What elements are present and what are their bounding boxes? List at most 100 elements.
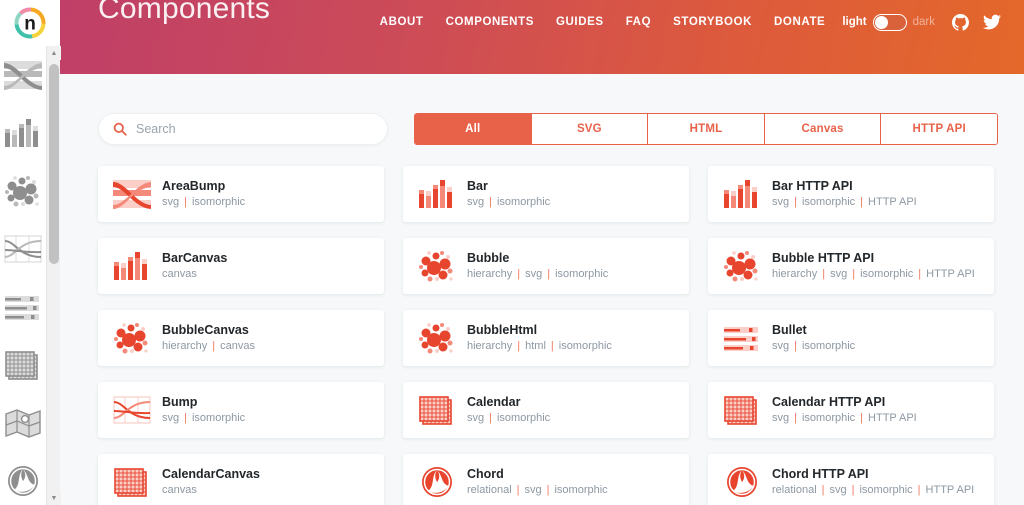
sidebar-scrollbar[interactable]: ▲ ▼ [46, 46, 61, 505]
sidebar-icon-calendar[interactable] [0, 336, 46, 394]
main-content: AllSVGHTMLCanvasHTTP API AreaBumpsvg|iso… [60, 74, 1024, 505]
twitter-icon[interactable] [976, 13, 1008, 31]
tag-separator: | [212, 339, 216, 352]
filter-tab-svg[interactable]: SVG [531, 114, 649, 144]
nav-storybook[interactable]: STORYBOOK [662, 16, 763, 28]
filter-tabs[interactable]: All SVG HTML Canvas HTTP API [414, 113, 998, 145]
bubble-icon [724, 251, 758, 282]
tag-separator: | [852, 267, 856, 280]
search-box[interactable] [98, 113, 388, 145]
nav-donate[interactable]: DONATE [763, 16, 836, 28]
card-thumbnail [720, 318, 764, 358]
card-tag: hierarchy [772, 267, 818, 280]
component-card[interactable]: Bubble HTTP API hierarchy | svg | isomorphic |… [708, 238, 994, 294]
card-title: Bubble HTTP API [772, 250, 875, 265]
filter-tab-all[interactable]: All [415, 114, 532, 144]
tag-separator: | [517, 267, 521, 280]
card-tags: svg | isomorphic [772, 339, 855, 354]
component-card[interactable]: BubbleCanvas hierarchy | canvas [98, 310, 384, 366]
search-icon [113, 122, 127, 136]
card-tag: isomorphic [801, 339, 856, 352]
theme-dark-label: dark [912, 16, 935, 28]
areabump-icon [113, 180, 151, 209]
card-tag: relational [467, 483, 512, 496]
card-body: Chord relational | svg | isomorphic [467, 466, 608, 498]
sidebar-icon-bubble[interactable] [0, 162, 46, 220]
card-tag: svg [772, 339, 790, 352]
sidebar-icon-areabump[interactable] [0, 46, 46, 104]
card-tags: svg | isomorphic [162, 411, 245, 426]
card-title: Chord [467, 466, 504, 481]
component-card[interactable]: BarCanvas canvas [98, 238, 384, 294]
sidebar-icon-choropleth[interactable] [0, 394, 46, 452]
nav-components[interactable]: COMPONENTS [435, 16, 545, 28]
sidebar: n ▲ ▼ [0, 0, 61, 505]
card-body: Chord HTTP API relational | svg | isomorphic |… [772, 466, 974, 498]
component-card[interactable]: AreaBump svg | isomorphic [98, 166, 384, 222]
card-tag: svg [829, 483, 847, 496]
component-card[interactable]: Bullet svg | isomorphic [708, 310, 994, 366]
search-input[interactable] [136, 122, 366, 136]
scroll-up-arrow-icon[interactable]: ▲ [47, 46, 61, 60]
card-title: AreaBump [162, 178, 226, 193]
component-card[interactable]: Bar HTTP API svg | isomorphic | HTTP API [708, 166, 994, 222]
tag-separator: | [794, 411, 797, 424]
nav-guides[interactable]: GUIDES [545, 16, 615, 28]
scrollbar-thumb[interactable] [49, 64, 59, 264]
component-grid: AreaBump svg | isomorphic Bar svg | isomorphic [98, 166, 1000, 505]
tag-separator: | [794, 339, 797, 352]
component-card[interactable]: CalendarCanvas canvas [98, 454, 384, 505]
filter-tab-canvas[interactable]: Canvas [764, 114, 882, 144]
chord-icon [422, 467, 452, 497]
bullet-icon [724, 327, 758, 351]
github-icon[interactable] [945, 13, 976, 31]
card-tag: svg [525, 267, 543, 280]
tag-separator: | [794, 195, 797, 208]
card-thumbnail [415, 246, 459, 286]
component-card[interactable]: Calendar svg | isomorphic [403, 382, 689, 438]
card-tag: isomorphic [859, 483, 913, 496]
sidebar-icon-bump[interactable] [0, 220, 46, 278]
nav-about[interactable]: ABOUT [369, 16, 435, 28]
scroll-down-arrow-icon[interactable]: ▼ [47, 491, 61, 505]
tag-separator: | [489, 195, 492, 208]
tag-separator: | [851, 483, 855, 496]
card-tag: canvas [162, 483, 197, 496]
sidebar-icon-bullet[interactable] [0, 278, 46, 336]
sidebar-icon-rail[interactable] [0, 46, 46, 505]
tag-separator: | [546, 483, 550, 496]
card-tag: svg [830, 267, 848, 280]
card-tag: canvas [162, 267, 197, 280]
card-tags: hierarchy | html | isomorphic [467, 339, 612, 354]
component-card[interactable]: Chord relational | svg | isomorphic [403, 454, 689, 505]
tag-separator: | [547, 267, 551, 280]
card-tags: svg | isomorphic | HTTP API [772, 195, 917, 210]
theme-switch[interactable] [872, 13, 907, 31]
card-thumbnail [720, 462, 764, 502]
component-card[interactable]: Bump svg | isomorphic [98, 382, 384, 438]
component-card[interactable]: Calendar HTTP API svg | isomorphic | HTTP API [708, 382, 994, 438]
filter-tab-http-api[interactable]: HTTP API [881, 114, 997, 144]
card-body: BubbleCanvas hierarchy | canvas [162, 322, 255, 354]
calendar-icon [5, 351, 38, 380]
card-tag: HTTP API [868, 195, 917, 208]
component-card[interactable]: Bubble hierarchy | svg | isomorphic [403, 238, 689, 294]
card-tag: isomorphic [191, 411, 246, 424]
component-card[interactable]: Bar svg | isomorphic [403, 166, 689, 222]
sidebar-icon-bar[interactable] [0, 104, 46, 162]
component-card[interactable]: Chord HTTP API relational | svg | isomorphic |… [708, 454, 994, 505]
component-card[interactable]: BubbleHtml hierarchy | html | isomorphic [403, 310, 689, 366]
card-title: BubbleHtml [467, 322, 538, 337]
card-tags: canvas [162, 267, 227, 282]
bar-icon [724, 180, 757, 208]
card-tag: hierarchy [467, 267, 513, 280]
filter-tab-html[interactable]: HTML [648, 114, 765, 144]
theme-toggle[interactable]: light dark [836, 13, 945, 31]
bar-icon [114, 252, 147, 280]
bar-icon [5, 119, 38, 147]
nivo-logo[interactable]: n [0, 0, 60, 46]
card-tag: isomorphic [860, 267, 914, 280]
nav-faq[interactable]: FAQ [615, 16, 662, 28]
sidebar-icon-chord[interactable] [0, 452, 46, 505]
card-tags: relational | svg | isomorphic [467, 483, 608, 498]
